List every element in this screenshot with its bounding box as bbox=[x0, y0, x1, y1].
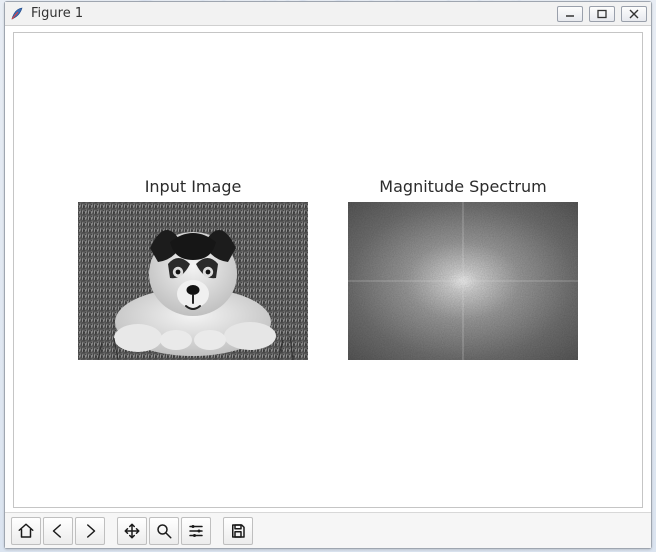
window-title: Figure 1 bbox=[31, 6, 557, 21]
canvas-frame: Input Image bbox=[5, 26, 651, 512]
configure-subplots-button[interactable] bbox=[181, 517, 211, 545]
close-icon bbox=[628, 9, 640, 19]
pan-icon bbox=[123, 522, 141, 540]
subplot-title: Input Image bbox=[78, 177, 308, 196]
forward-icon bbox=[81, 522, 99, 540]
figure-canvas[interactable]: Input Image bbox=[13, 32, 643, 508]
save-icon bbox=[229, 522, 247, 540]
maximize-icon bbox=[596, 9, 608, 19]
subplot-row: Input Image bbox=[14, 177, 642, 360]
tk-feather-icon bbox=[9, 6, 25, 22]
matplotlib-toolbar bbox=[5, 512, 651, 548]
back-button[interactable] bbox=[43, 517, 73, 545]
zoom-icon bbox=[155, 522, 173, 540]
back-icon bbox=[49, 522, 67, 540]
minimize-button[interactable] bbox=[557, 6, 583, 22]
minimize-icon bbox=[564, 9, 576, 19]
home-icon bbox=[17, 522, 35, 540]
titlebar[interactable]: Figure 1 bbox=[5, 2, 651, 26]
close-button[interactable] bbox=[621, 6, 647, 22]
subplot-title: Magnitude Spectrum bbox=[348, 177, 578, 196]
save-button[interactable] bbox=[223, 517, 253, 545]
maximize-button[interactable] bbox=[589, 6, 615, 22]
pan-button[interactable] bbox=[117, 517, 147, 545]
zoom-button[interactable] bbox=[149, 517, 179, 545]
magnitude-spectrum-image bbox=[348, 202, 578, 360]
figure-window: Figure 1 Input Image bbox=[4, 1, 652, 549]
subplot-input-image: Input Image bbox=[78, 177, 308, 360]
home-button[interactable] bbox=[11, 517, 41, 545]
forward-button[interactable] bbox=[75, 517, 105, 545]
sliders-icon bbox=[187, 522, 205, 540]
subplot-magnitude-spectrum: Magnitude Spectrum bbox=[348, 177, 578, 360]
window-controls bbox=[557, 6, 647, 22]
input-image bbox=[78, 202, 308, 360]
